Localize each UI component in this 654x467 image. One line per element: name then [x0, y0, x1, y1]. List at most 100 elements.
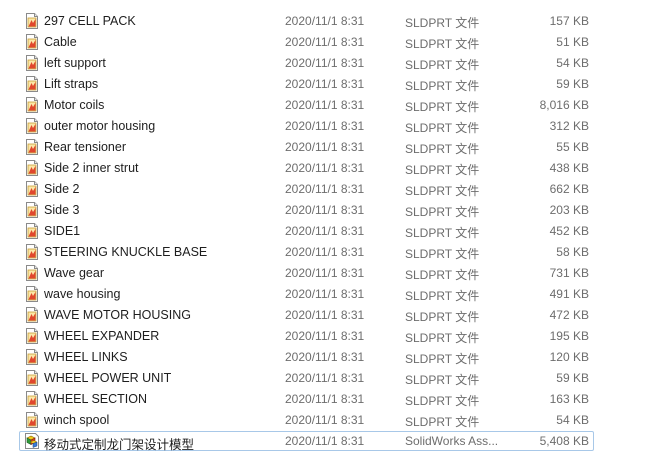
file-type: SLDPRT 文件	[405, 247, 480, 261]
sldprt-file-icon	[24, 412, 40, 428]
file-size: 731 KB	[549, 266, 589, 280]
file-modified-date: 2020/11/1 8:31	[285, 308, 365, 322]
file-row[interactable]: Side 2 2020/11/1 8:31 SLDPRT 文件 662 KB	[19, 179, 594, 199]
file-type: SLDPRT 文件	[405, 100, 480, 114]
file-row[interactable]: Motor coils 2020/11/1 8:31 SLDPRT 文件 8,016 …	[19, 95, 594, 115]
file-size: 438 KB	[549, 161, 589, 175]
file-modified-date: 2020/11/1 8:31	[285, 14, 365, 28]
file-row[interactable]: STEERING KNUCKLE BASE 2020/11/1 8:31 SLDPR…	[19, 242, 594, 262]
file-name: WHEEL POWER UNIT	[44, 371, 172, 385]
sldprt-file-icon	[24, 118, 40, 134]
sldprt-file-icon	[24, 223, 40, 239]
file-modified-date: 2020/11/1 8:31	[285, 203, 365, 217]
file-row[interactable]: wave housing 2020/11/1 8:31 SLDPRT 文件 491 K…	[19, 284, 594, 304]
file-modified-date: 2020/11/1 8:31	[285, 119, 365, 133]
file-row[interactable]: WHEEL LINKS 2020/11/1 8:31 SLDPRT 文件 120 KB	[19, 347, 594, 367]
file-type: SLDPRT 文件	[405, 142, 480, 156]
file-size: 58 KB	[556, 245, 589, 259]
sldprt-file-icon	[24, 244, 40, 260]
file-type: SLDPRT 文件	[405, 226, 480, 240]
sldprt-file-icon	[24, 349, 40, 365]
file-modified-date: 2020/11/1 8:31	[285, 413, 365, 427]
file-name: WAVE MOTOR HOUSING	[44, 308, 191, 322]
file-name: wave housing	[44, 287, 121, 301]
file-modified-date: 2020/11/1 8:31	[285, 56, 365, 70]
file-type: SLDPRT 文件	[405, 394, 480, 408]
sldprt-file-icon	[24, 139, 40, 155]
file-row[interactable]: 移动式定制龙门架设计模型 2020/11/1 8:31 SolidWorks Ass…	[19, 431, 594, 452]
file-type: SLDPRT 文件	[405, 331, 480, 345]
file-type: SLDPRT 文件	[405, 415, 480, 429]
sldprt-file-icon	[24, 328, 40, 344]
sldprt-file-icon	[24, 391, 40, 407]
file-type: SLDPRT 文件	[405, 373, 480, 387]
file-type: SLDPRT 文件	[405, 268, 480, 282]
file-row[interactable]: WHEEL POWER UNIT 2020/11/1 8:31 SLDPRT 文件 5…	[19, 368, 594, 388]
file-row[interactable]: Cable 2020/11/1 8:31 SLDPRT 文件 51 KB	[19, 32, 594, 52]
file-row[interactable]: SIDE1 2020/11/1 8:31 SLDPRT 文件 452 KB	[19, 221, 594, 241]
file-type: SLDPRT 文件	[405, 163, 480, 177]
file-size: 195 KB	[549, 329, 589, 343]
file-size: 203 KB	[549, 203, 589, 217]
file-modified-date: 2020/11/1 8:31	[285, 182, 365, 196]
file-row[interactable]: Rear tensioner 2020/11/1 8:31 SLDPRT 文件 55 …	[19, 137, 594, 157]
file-name: 移动式定制龙门架设计模型	[44, 438, 195, 452]
file-name: Lift straps	[44, 77, 99, 91]
file-size: 5,408 KB	[539, 434, 589, 448]
file-list: 297 CELL PACK 2020/11/1 8:31 SLDPRT 文件 157 …	[0, 0, 654, 467]
file-row[interactable]: WHEEL SECTION 2020/11/1 8:31 SLDPRT 文件 163 …	[19, 389, 594, 409]
file-modified-date: 2020/11/1 8:31	[285, 98, 365, 112]
sldprt-file-icon	[24, 76, 40, 92]
file-type: SLDPRT 文件	[405, 310, 480, 324]
file-row[interactable]: left support 2020/11/1 8:31 SLDPRT 文件 54 KB	[19, 53, 594, 73]
file-row[interactable]: outer motor housing 2020/11/1 8:31 SLDPRT …	[19, 116, 594, 136]
file-row[interactable]: WAVE MOTOR HOUSING 2020/11/1 8:31 SLDPRT 文…	[19, 305, 594, 325]
file-name: Wave gear	[44, 266, 104, 280]
sldprt-file-icon	[24, 181, 40, 197]
file-type: SLDPRT 文件	[405, 79, 480, 93]
file-type: SLDPRT 文件	[405, 37, 480, 51]
file-name: SIDE1	[44, 224, 81, 238]
file-size: 55 KB	[556, 140, 589, 154]
sldprt-file-icon	[24, 97, 40, 113]
file-name: Side 2	[44, 182, 80, 196]
file-type: SLDPRT 文件	[405, 16, 480, 30]
sldasm-file-icon	[24, 433, 40, 449]
file-name: 297 CELL PACK	[44, 14, 136, 28]
file-modified-date: 2020/11/1 8:31	[285, 161, 365, 175]
file-size: 51 KB	[556, 35, 589, 49]
file-name: Side 2 inner strut	[44, 161, 139, 175]
file-size: 54 KB	[556, 413, 589, 427]
sldprt-file-icon	[24, 55, 40, 71]
file-name: WHEEL EXPANDER	[44, 329, 160, 343]
file-modified-date: 2020/11/1 8:31	[285, 392, 365, 406]
file-name: STEERING KNUCKLE BASE	[44, 245, 208, 259]
file-modified-date: 2020/11/1 8:31	[285, 434, 365, 448]
sldprt-file-icon	[24, 370, 40, 386]
file-modified-date: 2020/11/1 8:31	[285, 224, 365, 238]
file-type: SLDPRT 文件	[405, 121, 480, 135]
file-type: SLDPRT 文件	[405, 352, 480, 366]
sldprt-file-icon	[24, 265, 40, 281]
file-modified-date: 2020/11/1 8:31	[285, 35, 365, 49]
file-modified-date: 2020/11/1 8:31	[285, 266, 365, 280]
sldprt-file-icon	[24, 34, 40, 50]
file-modified-date: 2020/11/1 8:31	[285, 371, 365, 385]
file-modified-date: 2020/11/1 8:31	[285, 77, 365, 91]
file-modified-date: 2020/11/1 8:31	[285, 329, 365, 343]
file-size: 491 KB	[549, 287, 589, 301]
file-size: 54 KB	[556, 56, 589, 70]
file-type: SLDPRT 文件	[405, 205, 480, 219]
file-row[interactable]: Side 3 2020/11/1 8:31 SLDPRT 文件 203 KB	[19, 200, 594, 220]
file-size: 120 KB	[549, 350, 589, 364]
file-row[interactable]: 297 CELL PACK 2020/11/1 8:31 SLDPRT 文件 157 …	[19, 11, 594, 31]
file-row[interactable]: Side 2 inner strut 2020/11/1 8:31 SLDPRT 文…	[19, 158, 594, 178]
file-row[interactable]: Lift straps 2020/11/1 8:31 SLDPRT 文件 59 KB	[19, 74, 594, 94]
file-row[interactable]: winch spool 2020/11/1 8:31 SLDPRT 文件 54 KB	[19, 410, 594, 430]
file-type: SLDPRT 文件	[405, 289, 480, 303]
file-type: SLDPRT 文件	[405, 184, 480, 198]
file-size: 163 KB	[549, 392, 589, 406]
file-type: SLDPRT 文件	[405, 58, 480, 72]
file-row[interactable]: WHEEL EXPANDER 2020/11/1 8:31 SLDPRT 文件 195…	[19, 326, 594, 346]
file-row[interactable]: Wave gear 2020/11/1 8:31 SLDPRT 文件 731 KB	[19, 263, 594, 283]
